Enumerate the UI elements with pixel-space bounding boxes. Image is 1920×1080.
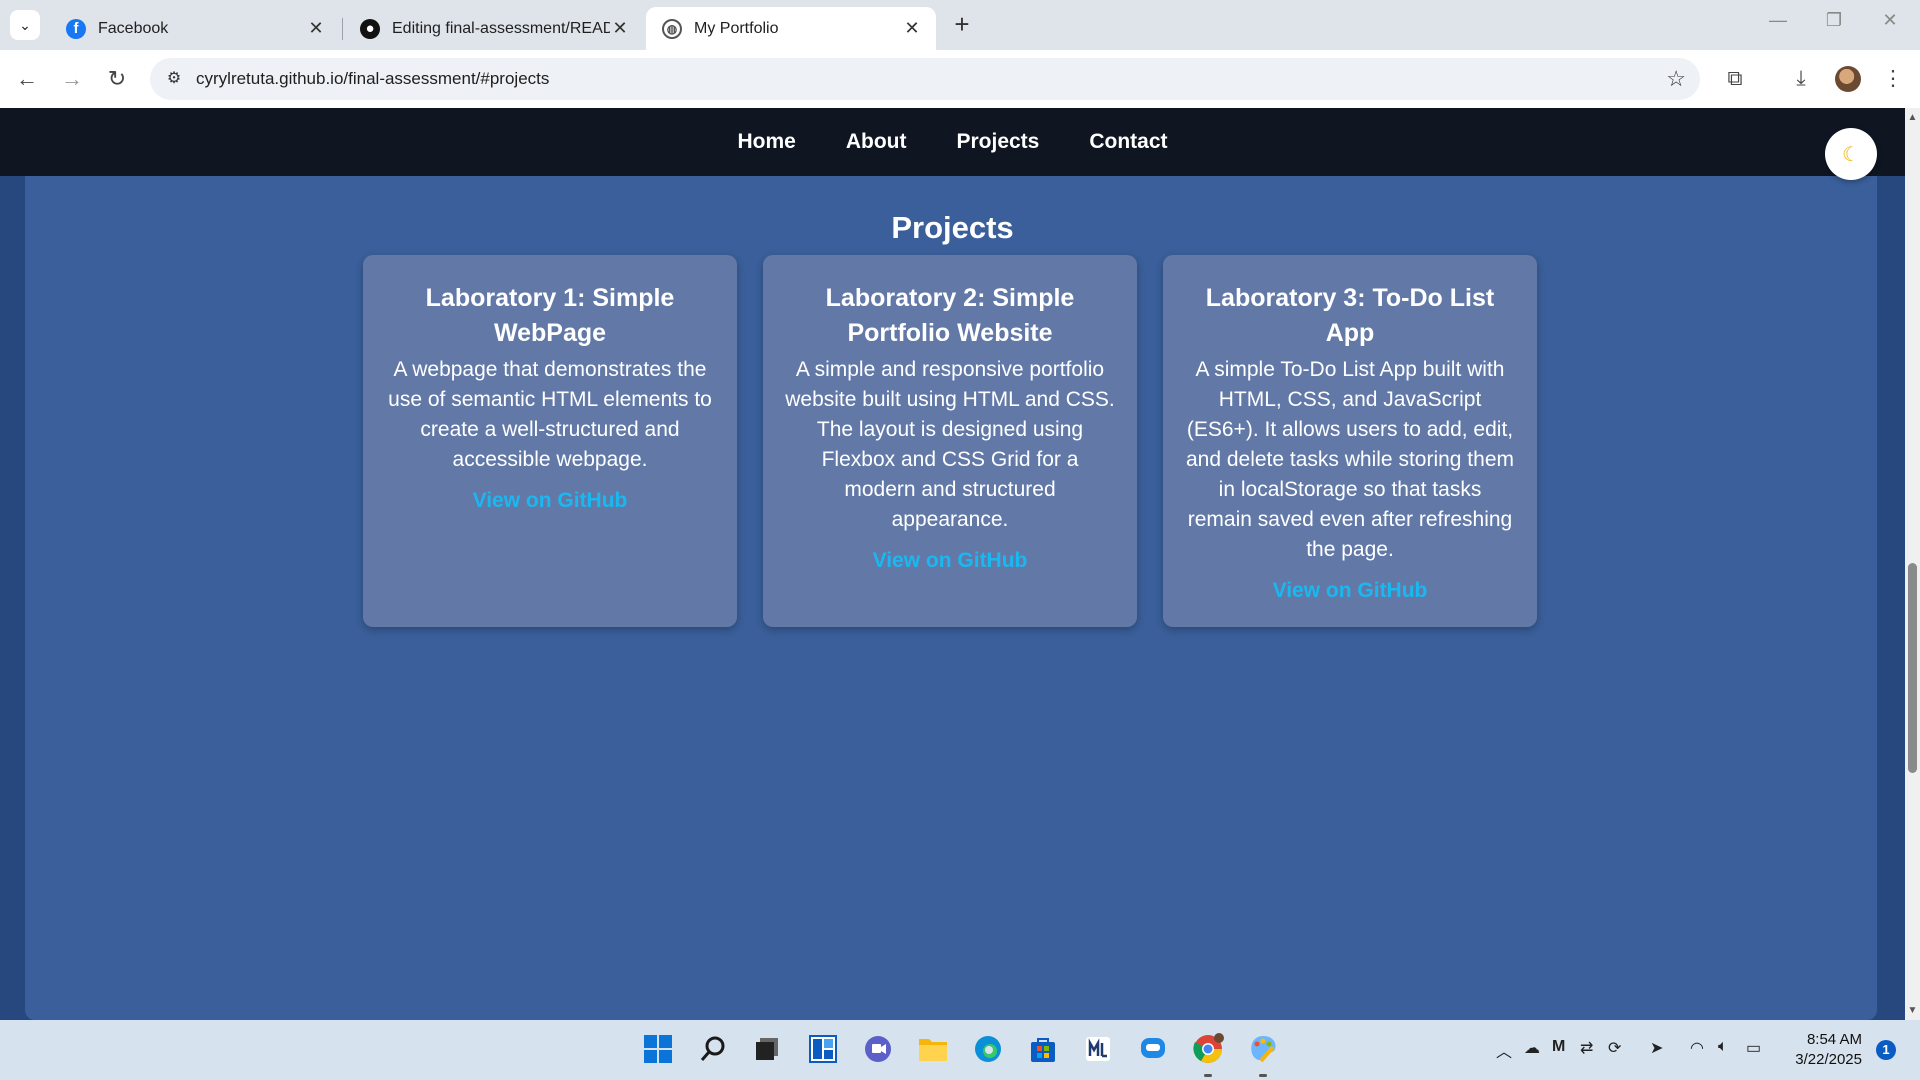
address-bar[interactable]: ⚙ cyrylretuta.github.io/final-assessment…	[150, 58, 1700, 100]
extensions-icon[interactable]: ⧉	[1720, 64, 1750, 94]
minimize-button[interactable]: —	[1758, 10, 1798, 38]
reload-icon: ↻	[107, 66, 127, 91]
site-navbar: Home About Projects Contact ☾	[0, 108, 1905, 180]
running-indicator	[1204, 1074, 1212, 1077]
update-icon[interactable]: ⟳	[1608, 1038, 1621, 1058]
tab-facebook[interactable]: f Facebook ✕	[50, 7, 340, 50]
project-title: Laboratory 1: Simple WebPage	[425, 284, 675, 347]
wifi-icon[interactable]: ◠	[1690, 1038, 1704, 1058]
notification-badge[interactable]: 1	[1876, 1040, 1896, 1060]
windows-start-icon[interactable]	[640, 1031, 676, 1067]
close-icon[interactable]: ✕	[306, 18, 326, 39]
scrollbar-thumb[interactable]	[1908, 563, 1917, 773]
tab-my-portfolio[interactable]: ◍ My Portfolio ✕	[646, 7, 936, 50]
project-card: Laboratory 1: Simple WebPage A webpage t…	[363, 255, 737, 627]
chevron-up-icon[interactable]: ︿	[1496, 1038, 1512, 1062]
github-link[interactable]: View on GitHub	[873, 549, 1028, 573]
edge-icon[interactable]	[970, 1031, 1006, 1067]
task-view-icon[interactable]	[750, 1031, 786, 1067]
arrow-right-icon: →	[61, 66, 83, 91]
chevron-down-icon: ⌄	[19, 16, 31, 33]
tab-title: Editing final-assessment/README	[392, 19, 610, 37]
moon-icon: ☾	[1842, 143, 1860, 166]
project-description: A simple and responsive portfolio websit…	[785, 358, 1115, 531]
download-icon[interactable]: ⤓	[1786, 64, 1816, 94]
reload-button[interactable]: ↻	[102, 64, 132, 94]
browser-toolbar: ← → ↻ ⚙ cyrylretuta.github.io/final-asse…	[0, 50, 1920, 108]
battery-icon[interactable]: ▭	[1746, 1038, 1761, 1058]
arrow-left-icon: ←	[16, 66, 38, 91]
project-description: A webpage that demonstrates the use of s…	[388, 358, 712, 471]
clock-date: 3/22/2025	[1795, 1051, 1862, 1068]
chrome-icon[interactable]	[1190, 1031, 1226, 1067]
scroll-down-icon[interactable]: ▼	[1907, 1005, 1918, 1016]
scroll-up-icon[interactable]: ▲	[1907, 112, 1918, 123]
project-card: Laboratory 2: Simple Portfolio Website A…	[763, 255, 1137, 627]
search-icon[interactable]	[695, 1031, 731, 1067]
menu-kebab-icon[interactable]: ⋮	[1878, 64, 1908, 94]
store-icon[interactable]	[1025, 1031, 1061, 1067]
nav-link-about[interactable]: About	[846, 130, 907, 154]
tab-divider	[342, 18, 343, 40]
clock-time: 8:54 AM	[1806, 1031, 1862, 1048]
project-card: Laboratory 3: To-Do List App A simple To…	[1163, 255, 1537, 627]
browser-tab-strip: ⌄ f Facebook ✕ ● Editing final-assessmen…	[0, 0, 1920, 50]
page-viewport: Home About Projects Contact ☾ Projects L…	[0, 108, 1905, 1020]
location-icon[interactable]: ➤	[1650, 1038, 1663, 1058]
tab-title: My Portfolio	[694, 19, 779, 37]
file-explorer-icon[interactable]	[915, 1031, 951, 1067]
onedrive-icon[interactable]: ☁	[1524, 1038, 1540, 1058]
project-title: Laboratory 2: Simple Portfolio Website	[825, 284, 1075, 347]
page-scrollbar[interactable]: ▲ ▼	[1905, 108, 1920, 1020]
running-indicator	[1259, 1074, 1267, 1077]
restore-button[interactable]: ❐	[1814, 10, 1854, 38]
profile-avatar[interactable]	[1835, 66, 1861, 92]
tab-github-editing[interactable]: ● Editing final-assessment/README ✕	[344, 7, 644, 50]
tab-search-button[interactable]: ⌄	[10, 10, 40, 40]
widgets-icon[interactable]	[805, 1031, 841, 1067]
new-tab-button[interactable]: +	[948, 11, 976, 39]
volume-icon[interactable]: 🔈︎	[1718, 1038, 1728, 1056]
nav-link-contact[interactable]: Contact	[1089, 130, 1167, 154]
section-title: Projects	[891, 210, 1014, 245]
windows-taskbar: ︿ ☁ M ⇄ ⟳ ➤ ◠ 🔈︎ ▭ 8:54 AM 3/22/2025 1	[0, 1020, 1920, 1080]
teams-icon[interactable]	[860, 1031, 896, 1067]
github-icon: ●	[360, 18, 380, 39]
tab-title: Facebook	[98, 19, 169, 37]
bookmark-star-icon[interactable]: ☆	[1666, 66, 1686, 92]
forward-button[interactable]: →	[57, 64, 87, 94]
github-link[interactable]: View on GitHub	[1273, 579, 1428, 603]
sync-icon[interactable]: ⇄	[1580, 1038, 1593, 1058]
close-icon[interactable]: ✕	[902, 18, 922, 39]
url-text[interactable]: cyrylretuta.github.io/final-assessment/#…	[196, 58, 549, 100]
globe-icon: ◍	[662, 18, 682, 39]
close-icon[interactable]: ✕	[610, 18, 630, 39]
chat-icon[interactable]	[1135, 1031, 1171, 1067]
nav-link-home[interactable]: Home	[737, 130, 795, 154]
project-description: A simple To-Do List App built with HTML,…	[1185, 358, 1514, 561]
site-info-icon[interactable]: ⚙	[162, 67, 186, 91]
theme-toggle-button[interactable]: ☾	[1825, 128, 1877, 180]
nav-link-projects[interactable]: Projects	[956, 130, 1039, 154]
github-link[interactable]: View on GitHub	[473, 489, 628, 513]
facebook-icon: f	[66, 18, 86, 39]
app-tray-icon[interactable]: M	[1552, 1038, 1565, 1056]
paint-icon[interactable]	[1245, 1031, 1281, 1067]
app-icon[interactable]	[1080, 1031, 1116, 1067]
project-title: Laboratory 3: To-Do List App	[1205, 284, 1495, 347]
back-button[interactable]: ←	[12, 64, 42, 94]
window-close-button[interactable]: ✕	[1870, 10, 1910, 38]
system-clock[interactable]: 8:54 AM 3/22/2025	[1782, 1030, 1862, 1070]
